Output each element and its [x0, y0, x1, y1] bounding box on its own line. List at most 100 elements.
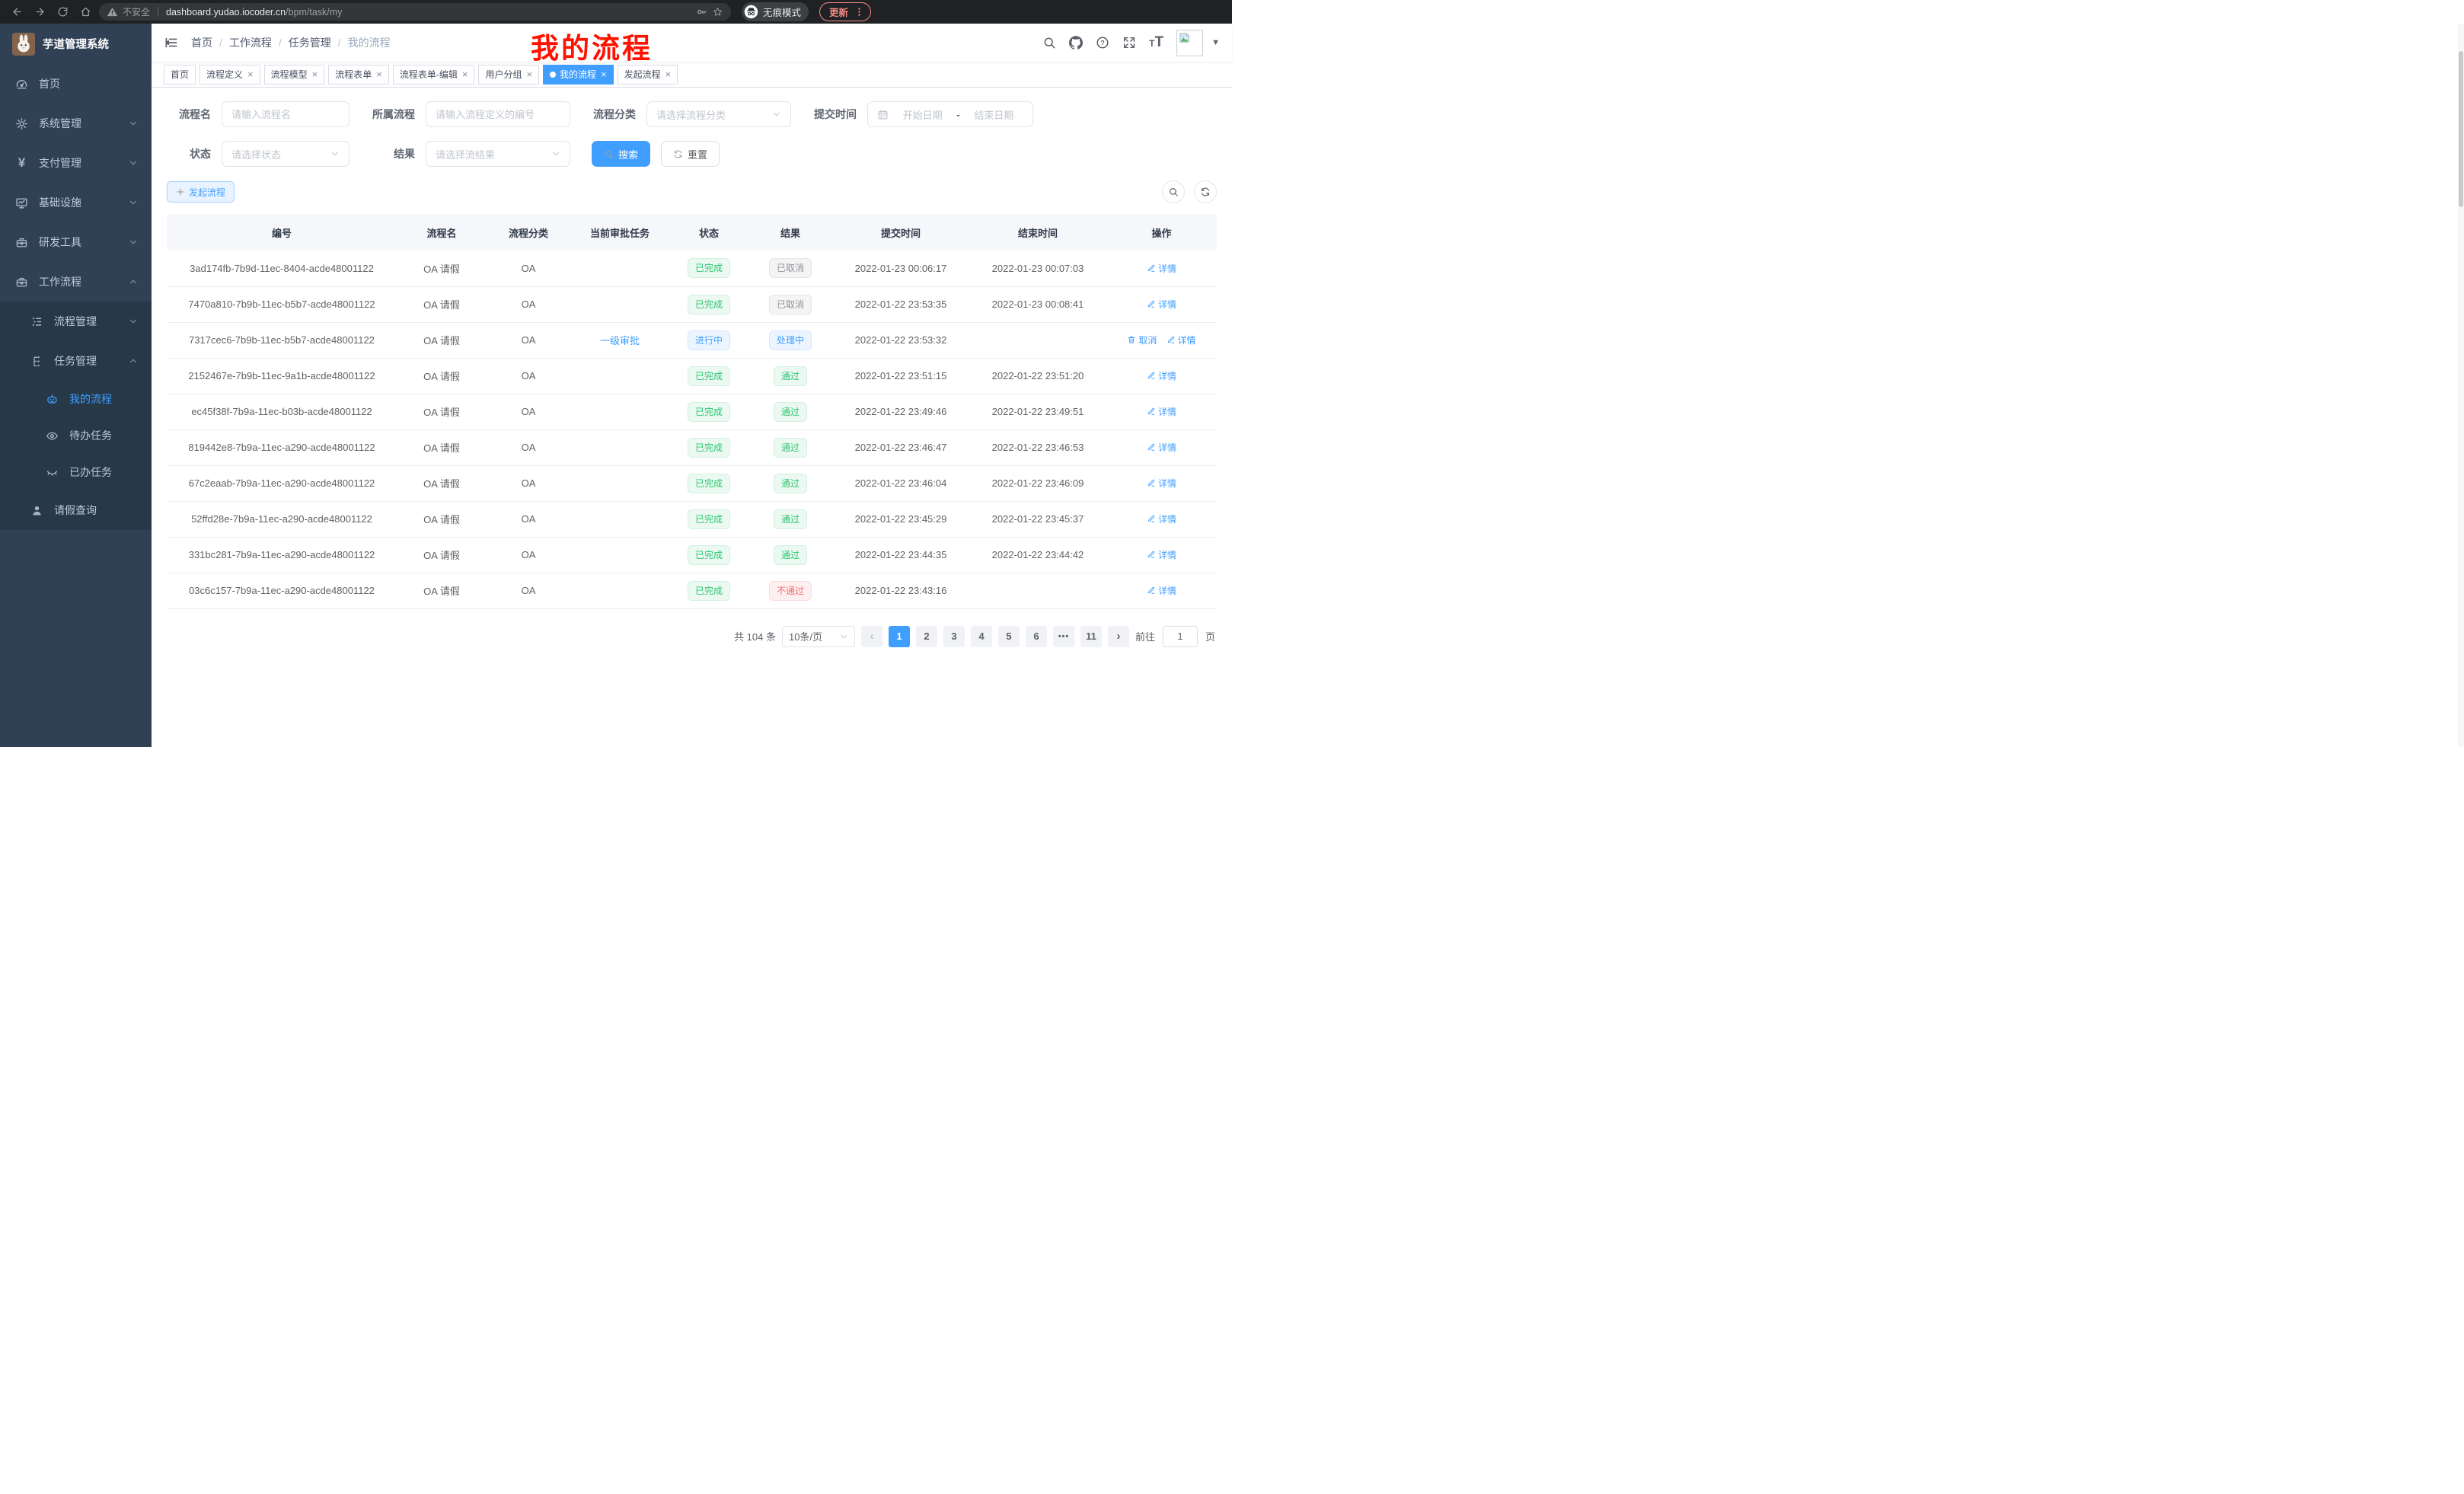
chrome-update-button[interactable]: 更新: [819, 2, 871, 21]
refresh-table-button[interactable]: [1194, 180, 1217, 203]
chevron-down-icon: [330, 149, 340, 158]
help-icon[interactable]: ?: [1096, 36, 1109, 49]
next-page-button[interactable]: ›: [1108, 626, 1129, 647]
action-详情[interactable]: 详情: [1147, 512, 1176, 525]
reset-button[interactable]: 重置: [661, 141, 720, 167]
cell-category: OA: [487, 286, 570, 322]
window-scrollbar[interactable]: [2458, 24, 2464, 747]
goto-page-input[interactable]: [1163, 626, 1198, 647]
tab-流程表单-编辑[interactable]: 流程表单-编辑×: [393, 65, 475, 85]
tab-流程模型[interactable]: 流程模型×: [264, 65, 325, 85]
category-select[interactable]: 请选择流程分类: [646, 101, 791, 127]
task-link[interactable]: 一级审批: [600, 335, 640, 346]
action-详情[interactable]: 详情: [1147, 369, 1176, 382]
page-button-3[interactable]: 3: [943, 626, 965, 647]
sidebar-item-待办任务[interactable]: 待办任务: [0, 417, 152, 454]
search-button[interactable]: 搜索: [592, 141, 650, 167]
browser-back-icon[interactable]: [8, 3, 26, 21]
date-range-picker[interactable]: 开始日期 - 结束日期: [867, 101, 1033, 127]
close-icon[interactable]: ×: [376, 69, 382, 80]
close-icon[interactable]: ×: [462, 69, 468, 80]
browser-menu-icon[interactable]: [854, 7, 864, 17]
action-详情[interactable]: 详情: [1147, 477, 1176, 490]
search-icon[interactable]: [1042, 36, 1056, 49]
app-logo[interactable]: 芋道管理系统: [0, 24, 152, 64]
sidebar-item-我的流程[interactable]: 我的流程: [0, 381, 152, 417]
close-icon[interactable]: ×: [665, 69, 672, 80]
bookmark-star-icon[interactable]: [712, 6, 723, 18]
close-icon[interactable]: ×: [247, 69, 254, 80]
password-key-icon[interactable]: [696, 6, 707, 18]
page-button-1[interactable]: 1: [889, 626, 910, 647]
column-header: 结果: [748, 214, 832, 251]
page-button-11[interactable]: 11: [1080, 626, 1102, 647]
sidebar-item-请假查询[interactable]: 请假查询: [0, 490, 152, 530]
sidebar-item-系统管理[interactable]: 系统管理: [0, 104, 152, 143]
browser-reload-icon[interactable]: [53, 3, 72, 21]
cell-submit-time: 2022-01-22 23:46:47: [832, 429, 969, 465]
scrollbar-thumb[interactable]: [2459, 51, 2463, 207]
process-definition-input[interactable]: [426, 101, 570, 127]
start-process-button[interactable]: 发起流程: [167, 181, 235, 203]
action-详情[interactable]: 详情: [1147, 584, 1176, 597]
breadcrumb-item[interactable]: 工作流程: [229, 35, 272, 50]
chevron-down-icon[interactable]: ▼: [1211, 38, 1220, 47]
result-select[interactable]: 请选择流结果: [426, 141, 570, 167]
tab-流程定义[interactable]: 流程定义×: [199, 65, 260, 85]
page-button-4[interactable]: 4: [971, 626, 992, 647]
sidebar-item-支付管理[interactable]: ¥支付管理: [0, 143, 152, 183]
cell-name: OA 请假: [397, 465, 487, 501]
avatar[interactable]: [1176, 30, 1203, 56]
cell-status: 已完成: [669, 573, 748, 608]
status-select[interactable]: 请选择状态: [222, 141, 349, 167]
cell-submit-time: 2022-01-22 23:44:35: [832, 537, 969, 573]
tab-发起流程[interactable]: 发起流程×: [618, 65, 678, 85]
status-badge: 已完成: [688, 366, 730, 386]
breadcrumb-item[interactable]: 任务管理: [289, 35, 331, 50]
github-icon[interactable]: [1069, 36, 1083, 49]
browser-forward-icon[interactable]: [30, 3, 49, 21]
navbar-actions: ? TT ▼: [1042, 30, 1220, 56]
tab-流程表单[interactable]: 流程表单×: [328, 65, 389, 85]
fullscreen-icon[interactable]: [1122, 36, 1136, 49]
show-search-button[interactable]: [1162, 180, 1185, 203]
action-详情[interactable]: 详情: [1147, 262, 1176, 275]
cell-name: OA 请假: [397, 573, 487, 608]
address-bar[interactable]: 不安全 dashboard.yudao.iocoder.cn/bpm/task/…: [99, 3, 731, 21]
action-详情[interactable]: 详情: [1147, 548, 1176, 561]
sidebar-item-任务管理[interactable]: 任务管理: [0, 341, 152, 381]
sidebar-item-工作流程[interactable]: 工作流程: [0, 262, 152, 302]
close-icon[interactable]: ×: [526, 69, 532, 80]
sidebar-item-已办任务[interactable]: 已办任务: [0, 454, 152, 490]
sidebar-item-研发工具[interactable]: 研发工具: [0, 222, 152, 262]
action-详情[interactable]: 详情: [1147, 298, 1176, 311]
browser-home-icon[interactable]: [76, 3, 94, 21]
page-ellipsis[interactable]: •••: [1053, 626, 1074, 647]
cell-status: 已完成: [669, 358, 748, 394]
cell-end-time: 2022-01-23 00:08:41: [969, 286, 1106, 322]
sidebar-item-基础设施[interactable]: 基础设施: [0, 183, 152, 222]
page-button-5[interactable]: 5: [998, 626, 1020, 647]
tab-用户分组[interactable]: 用户分组×: [478, 65, 539, 85]
list-icon: [30, 315, 43, 328]
close-icon[interactable]: ×: [601, 69, 607, 80]
process-name-input[interactable]: [222, 101, 349, 127]
tab-首页[interactable]: 首页: [164, 65, 196, 85]
close-icon[interactable]: ×: [312, 69, 318, 80]
sidebar-item-流程管理[interactable]: 流程管理: [0, 302, 152, 341]
sidebar-item-首页[interactable]: 首页: [0, 64, 152, 104]
page-size-select[interactable]: 10条/页: [782, 626, 855, 647]
breadcrumb-item[interactable]: 首页: [191, 35, 212, 50]
action-详情[interactable]: 详情: [1147, 441, 1176, 454]
not-secure-icon[interactable]: [107, 6, 118, 18]
prev-page-button[interactable]: ‹: [861, 626, 883, 647]
action-详情[interactable]: 详情: [1167, 334, 1196, 346]
font-size-icon[interactable]: TT: [1149, 34, 1163, 51]
hamburger-icon[interactable]: [164, 35, 179, 50]
page-button-6[interactable]: 6: [1026, 626, 1047, 647]
tab-我的流程[interactable]: 我的流程×: [543, 65, 614, 85]
cell-name: OA 请假: [397, 358, 487, 394]
action-取消[interactable]: 取消: [1127, 334, 1157, 346]
page-button-2[interactable]: 2: [916, 626, 937, 647]
action-详情[interactable]: 详情: [1147, 405, 1176, 418]
